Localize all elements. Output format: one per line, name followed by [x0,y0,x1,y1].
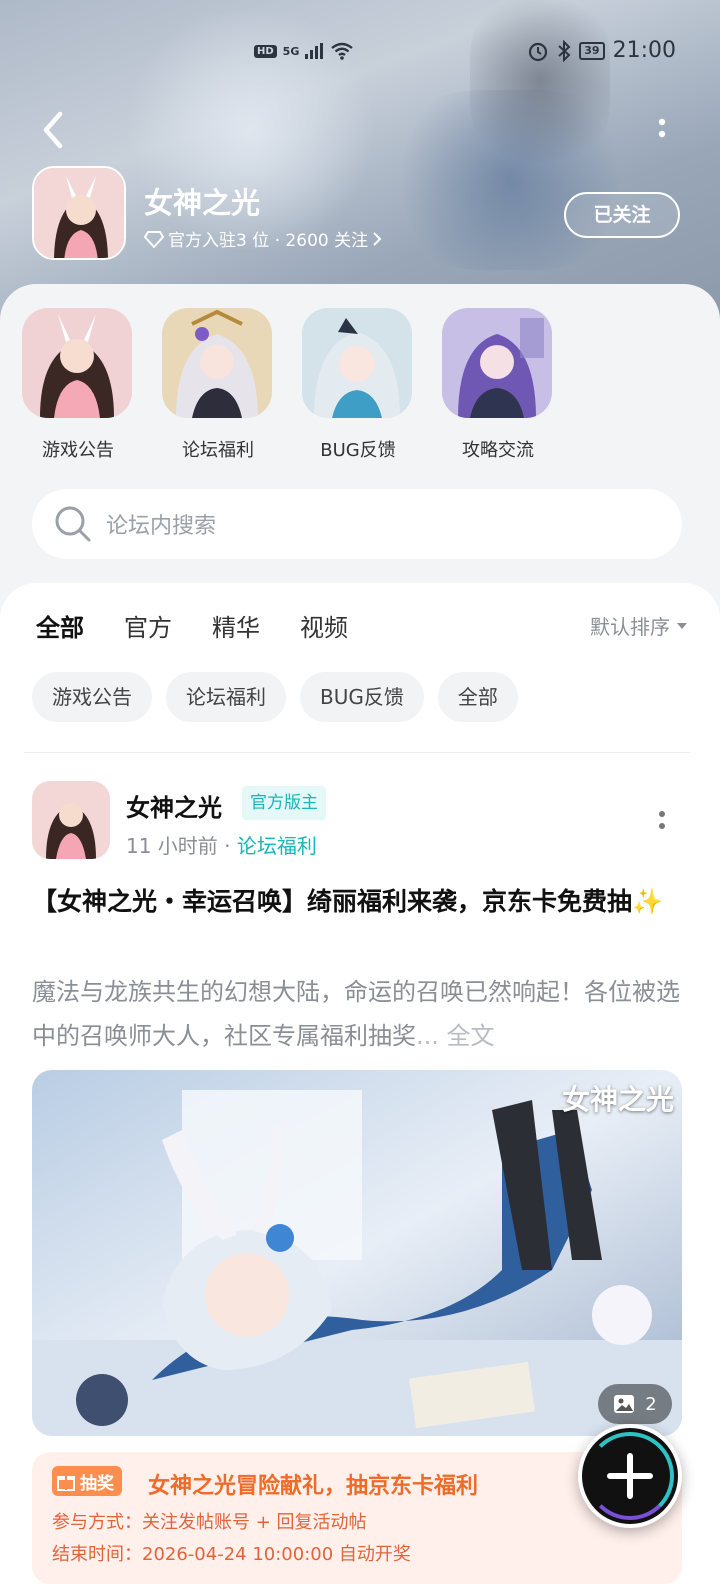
post-meta: 11 小时前 · 论坛福利 [126,834,317,858]
post-image[interactable]: 女神之光 [32,1070,682,1436]
signal-icon [305,43,324,59]
image-count: 2 [645,1393,657,1415]
diamond-icon [144,230,164,248]
chip-all[interactable]: 全部 [437,672,518,722]
read-full-link[interactable]: ... 全文 [416,1022,495,1050]
chevron-left-icon [43,111,63,149]
post-title-text: 【女神之光・幸运召唤】绮丽福利来袭，京东卡免费抽 [32,887,633,916]
divider [24,752,690,753]
sort-dropdown[interactable]: 默认排序 [590,611,688,640]
alarm-icon [529,42,548,61]
role-badge: 官方版主 [242,786,326,820]
image-watermark: 女神之光 [561,1083,674,1116]
battery-indicator: 39 [579,41,605,60]
forum-title: 女神之光 [144,186,261,220]
shortcut-thumb [162,308,272,418]
post-author-name[interactable]: 女神之光 [126,788,222,823]
shortcut-forum-welfare[interactable]: 论坛福利 [162,308,274,462]
shortcut-label: 游戏公告 [42,440,114,461]
more-vertical-icon [658,118,666,138]
tab-featured[interactable]: 精华 [212,608,260,643]
chip-game-announcement[interactable]: 游戏公告 [32,672,152,722]
status-bar: HD 5G 39 21:00 [0,36,720,72]
tab-all[interactable]: 全部 [36,608,84,649]
shortcut-label: BUG反馈 [320,440,396,461]
search-placeholder: 论坛内搜索 [106,514,217,539]
post-board-link[interactable]: 论坛福利 [237,834,317,858]
more-vertical-icon [659,811,665,829]
caret-down-icon [677,622,687,629]
tab-video[interactable]: 视频 [300,608,348,643]
shortcut-label: 论坛福利 [182,440,254,461]
forum-search-bar[interactable]: 论坛内搜索 [32,489,682,559]
shortcut-bug-feedback[interactable]: BUG反馈 [302,308,414,462]
gift-icon [57,1476,75,1491]
board-shortcuts: 游戏公告 论坛福利 BUG反馈 攻略交流 [22,308,554,462]
post-more-button[interactable] [650,806,674,840]
plus-icon [607,1453,653,1499]
lottery-end-time: 结束时间：2026-04-24 10:00:00 自动开奖 [52,1544,411,1565]
post-title[interactable]: 【女神之光・幸运召唤】绮丽福利来袭，京东卡免费抽✨ [32,880,682,924]
shortcut-thumb [442,308,552,418]
board-filter-chips: 游戏公告 论坛福利 BUG反馈 全部 [32,672,518,722]
shortcut-label: 攻略交流 [462,440,534,461]
sparkles-icon: ✨ [632,887,664,916]
hd-indicator: HD [254,44,277,58]
shortcut-thumb [22,308,132,418]
shortcut-strategy-exchange[interactable]: 攻略交流 [442,308,554,462]
image-icon [614,1395,635,1413]
post-author-avatar[interactable] [32,781,110,859]
chip-forum-welfare[interactable]: 论坛福利 [166,672,286,722]
follow-button[interactable]: 已关注 [564,192,680,238]
forum-meta-text: 官方入驻3 位 · 2600 关注 [168,231,369,251]
post-time: 11 小时前 [126,834,218,858]
forum-meta[interactable]: 官方入驻3 位 · 2600 关注 [144,226,382,251]
shortcut-game-announcement[interactable]: 游戏公告 [22,308,134,462]
lottery-badge-label: 抽奖 [80,1473,114,1494]
post-excerpt[interactable]: 魔法与龙族共生的幻想大陆，命运的召唤已然响起！各位被选中的召唤师大人，社区专属福… [32,970,682,1058]
search-icon [55,506,91,542]
clock: 21:00 [612,38,676,63]
post-excerpt-text: 魔法与龙族共生的幻想大陆，命运的召唤已然响起！各位被选中的召唤师大人，社区专属福… [32,978,680,1050]
sort-label: 默认排序 [590,615,670,639]
network-label: 5G [282,44,300,58]
shortcut-thumb [302,308,412,418]
lottery-title: 女神之光冒险献礼，抽京东卡福利 [148,1474,479,1499]
forum-avatar[interactable] [32,166,126,260]
tab-official[interactable]: 官方 [124,608,172,643]
lottery-badge: 抽奖 [52,1466,122,1496]
back-button[interactable] [36,108,72,152]
more-options-button[interactable] [650,114,674,150]
create-post-button[interactable] [578,1424,682,1528]
image-count-badge: 2 [598,1384,672,1424]
lottery-join-method: 参与方式：关注发帖账号 + 回复活动帖 [52,1512,367,1533]
chevron-right-icon [373,231,382,246]
chip-bug-feedback[interactable]: BUG反馈 [300,672,424,722]
wifi-icon [331,42,354,60]
bluetooth-icon [558,39,571,62]
feed-tabs: 全部 官方 精华 视频 [36,608,348,649]
